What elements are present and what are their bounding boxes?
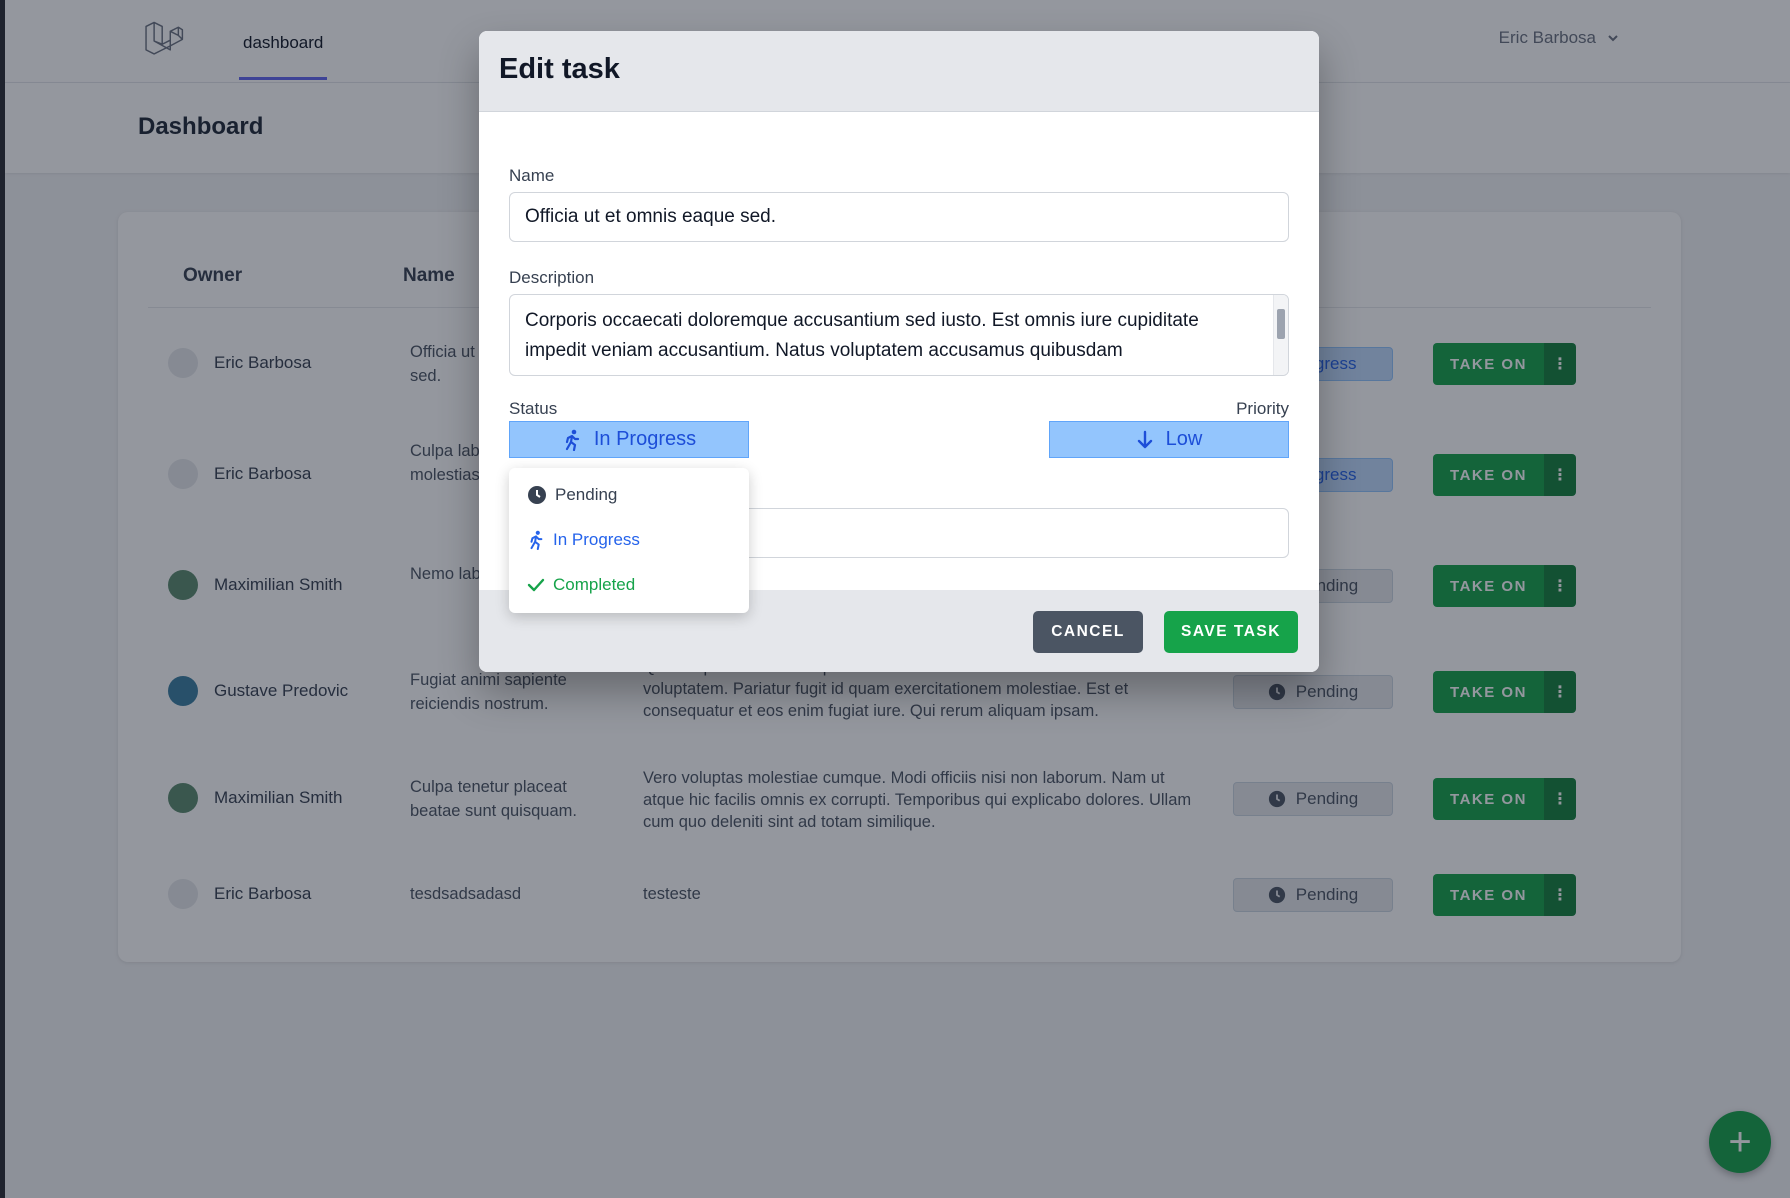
arrow-down-icon: [1137, 430, 1152, 448]
priority-label: Priority: [1236, 399, 1289, 418]
description-textarea[interactable]: Corporis occaecati doloremque accusantiu…: [509, 294, 1289, 376]
description-label: Description: [509, 268, 595, 287]
name-label: Name: [509, 166, 555, 185]
status-option-label: Pending: [555, 485, 618, 504]
cancel-button[interactable]: CANCEL: [1033, 611, 1143, 653]
running-icon: [565, 429, 579, 451]
clock-icon: [528, 486, 546, 504]
priority-select-button[interactable]: Low: [1049, 421, 1289, 458]
status-option-label: In Progress: [553, 530, 640, 549]
running-icon: [530, 530, 543, 550]
edit-task-modal: Edit task Name Description Corporis occa…: [479, 31, 1319, 672]
status-option-label: Completed: [553, 575, 636, 594]
priority-select-value: Low: [1165, 428, 1203, 450]
save-task-button[interactable]: SAVE TASK: [1164, 611, 1298, 653]
scrollbar-thumb[interactable]: [1277, 309, 1285, 339]
status-label: Status: [509, 399, 558, 418]
description-text: Corporis occaecati doloremque accusantiu…: [525, 310, 1199, 361]
status-option-completed[interactable]: Completed: [527, 575, 635, 595]
check-icon: [527, 578, 545, 592]
modal-header: Edit task: [479, 31, 1319, 112]
status-dropdown: Pending In Progress Completed: [509, 468, 749, 613]
status-select-button[interactable]: In Progress: [509, 421, 749, 458]
textarea-scrollbar[interactable]: [1273, 295, 1288, 375]
name-input[interactable]: [509, 192, 1289, 242]
status-select-value: In Progress: [593, 428, 697, 450]
modal-title: Edit task: [499, 53, 620, 85]
status-option-in-progress[interactable]: In Progress: [527, 530, 640, 550]
status-option-pending[interactable]: Pending: [527, 485, 617, 505]
